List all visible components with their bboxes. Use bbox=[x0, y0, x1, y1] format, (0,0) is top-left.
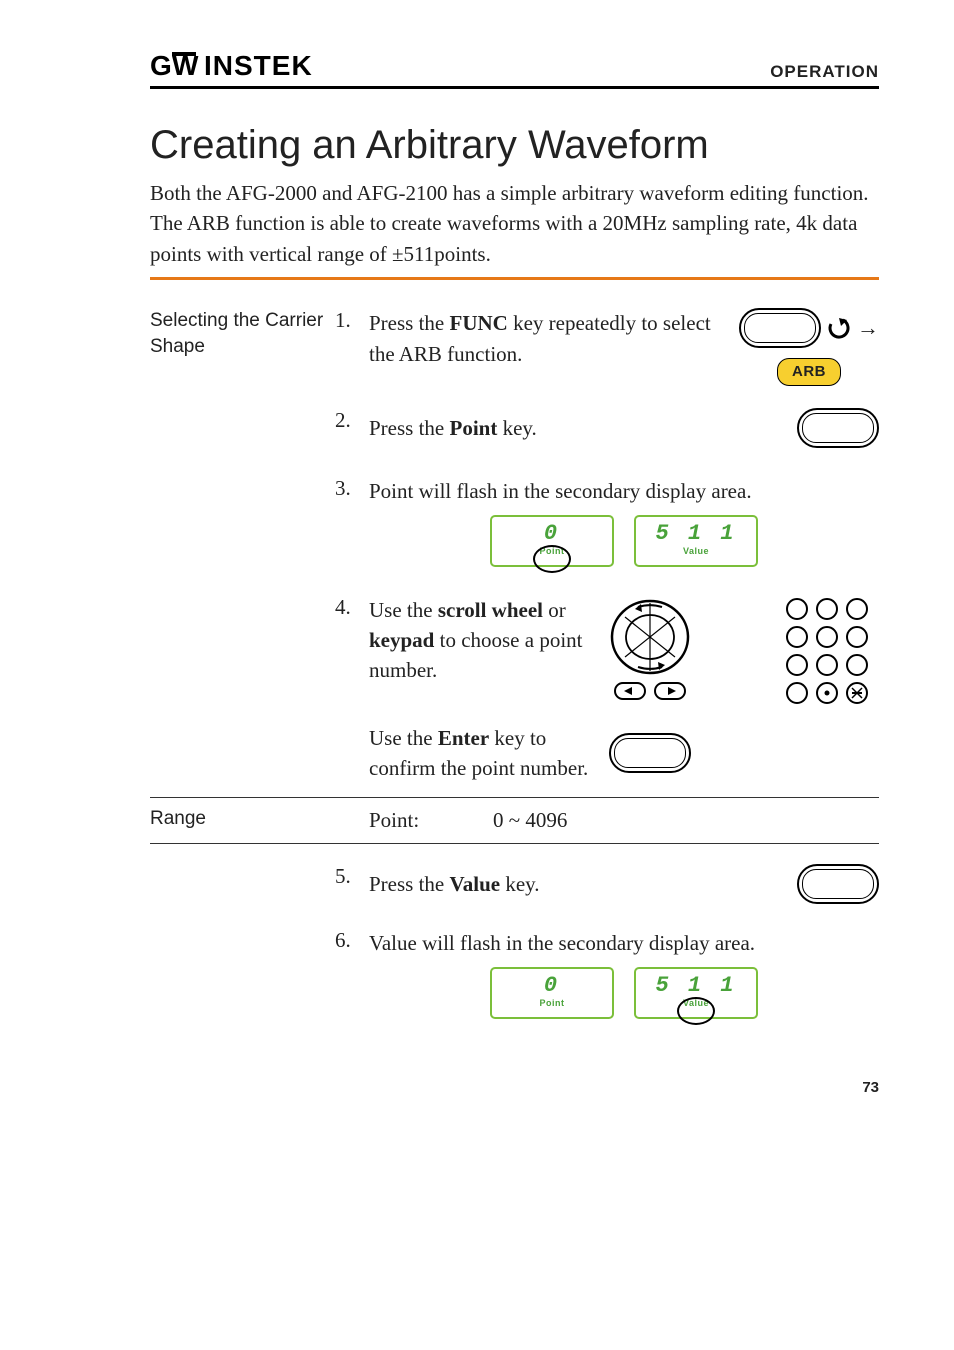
scroll-wheel-icon bbox=[595, 595, 705, 705]
step-number: 4. bbox=[335, 595, 369, 620]
brand-logo-svg: G W INSTEK bbox=[150, 50, 340, 82]
func-key-icon bbox=[739, 308, 821, 348]
display-point-box: 0 Point bbox=[490, 515, 614, 567]
step-5-text: Press the Value key. bbox=[369, 869, 797, 899]
display-value-label: Value bbox=[683, 545, 709, 558]
range-label: Range bbox=[150, 808, 335, 833]
text-fragment: or bbox=[543, 598, 566, 622]
text-fragment: key. bbox=[500, 872, 539, 896]
text-bold: Value bbox=[450, 872, 501, 896]
step-number: 2. bbox=[335, 408, 369, 433]
side-heading: Selecting the Carrier Shape bbox=[150, 308, 335, 359]
text-fragment: Use the bbox=[369, 726, 438, 750]
text-bold: keypad bbox=[369, 628, 434, 652]
text-fragment: Press the bbox=[369, 311, 450, 335]
step-1-text: Press the FUNC key repeatedly to select … bbox=[369, 308, 739, 369]
svg-text:G: G bbox=[150, 50, 173, 81]
value-key-icon bbox=[797, 864, 879, 904]
highlight-circle-icon bbox=[677, 997, 715, 1025]
text-fragment: Press the bbox=[369, 416, 450, 440]
point-key-icon bbox=[797, 408, 879, 448]
section-label: OPERATION bbox=[770, 62, 879, 82]
text-bold: scroll wheel bbox=[438, 598, 543, 622]
step-number: 1. bbox=[335, 308, 369, 333]
display-point-value: 0 bbox=[544, 975, 560, 997]
step-number: 5. bbox=[335, 864, 369, 889]
page-number: 73 bbox=[150, 1079, 879, 1096]
arb-badge: ARB bbox=[777, 358, 841, 386]
step-2-text: Press the Point key. bbox=[369, 413, 797, 443]
range-key: Point: bbox=[369, 808, 489, 833]
text-fragment: Press the bbox=[369, 872, 450, 896]
page-title: Creating an Arbitrary Waveform bbox=[150, 123, 879, 168]
brand-logo: G W INSTEK bbox=[150, 50, 340, 82]
enter-key-icon bbox=[609, 733, 691, 773]
display-value-value: 5 1 1 bbox=[655, 523, 736, 545]
display-value-box: 5 1 1 Value bbox=[634, 515, 758, 567]
intro-paragraph: Both the AFG-2000 and AFG-2100 has a sim… bbox=[150, 178, 879, 269]
step-3-text: Point will flash in the secondary displa… bbox=[369, 476, 879, 506]
text-bold: Enter bbox=[438, 726, 489, 750]
display-point-box: 0 Point bbox=[490, 967, 614, 1019]
text-bold: FUNC bbox=[450, 311, 508, 335]
arrow-right-icon: → bbox=[857, 312, 879, 344]
range-value: 0 ~ 4096 bbox=[493, 808, 567, 832]
step-4-text: Use the scroll wheel or keypad to choose… bbox=[369, 595, 589, 686]
svg-text:INSTEK: INSTEK bbox=[204, 50, 313, 81]
text-bold: Point bbox=[450, 416, 498, 440]
keypad-icon bbox=[779, 595, 879, 705]
display-value-box: 5 1 1 Value bbox=[634, 967, 758, 1019]
page-header: G W INSTEK OPERATION bbox=[150, 50, 879, 89]
text-fragment: Use the bbox=[369, 598, 438, 622]
section-rule bbox=[150, 277, 879, 280]
text-fragment: key. bbox=[497, 416, 536, 440]
display-value-value: 5 1 1 bbox=[655, 975, 736, 997]
cycle-arrow-icon bbox=[825, 314, 853, 342]
step-4b-text: Use the Enter key to confirm the point n… bbox=[369, 723, 589, 784]
range-row: Range Point: 0 ~ 4096 bbox=[150, 797, 879, 844]
step-number: 6. bbox=[335, 928, 369, 953]
step-number: 3. bbox=[335, 476, 369, 501]
display-point-label: Point bbox=[540, 997, 565, 1010]
display-point-value: 0 bbox=[544, 523, 560, 545]
highlight-circle-icon bbox=[533, 545, 571, 573]
step-6-text: Value will flash in the secondary displa… bbox=[369, 928, 879, 958]
